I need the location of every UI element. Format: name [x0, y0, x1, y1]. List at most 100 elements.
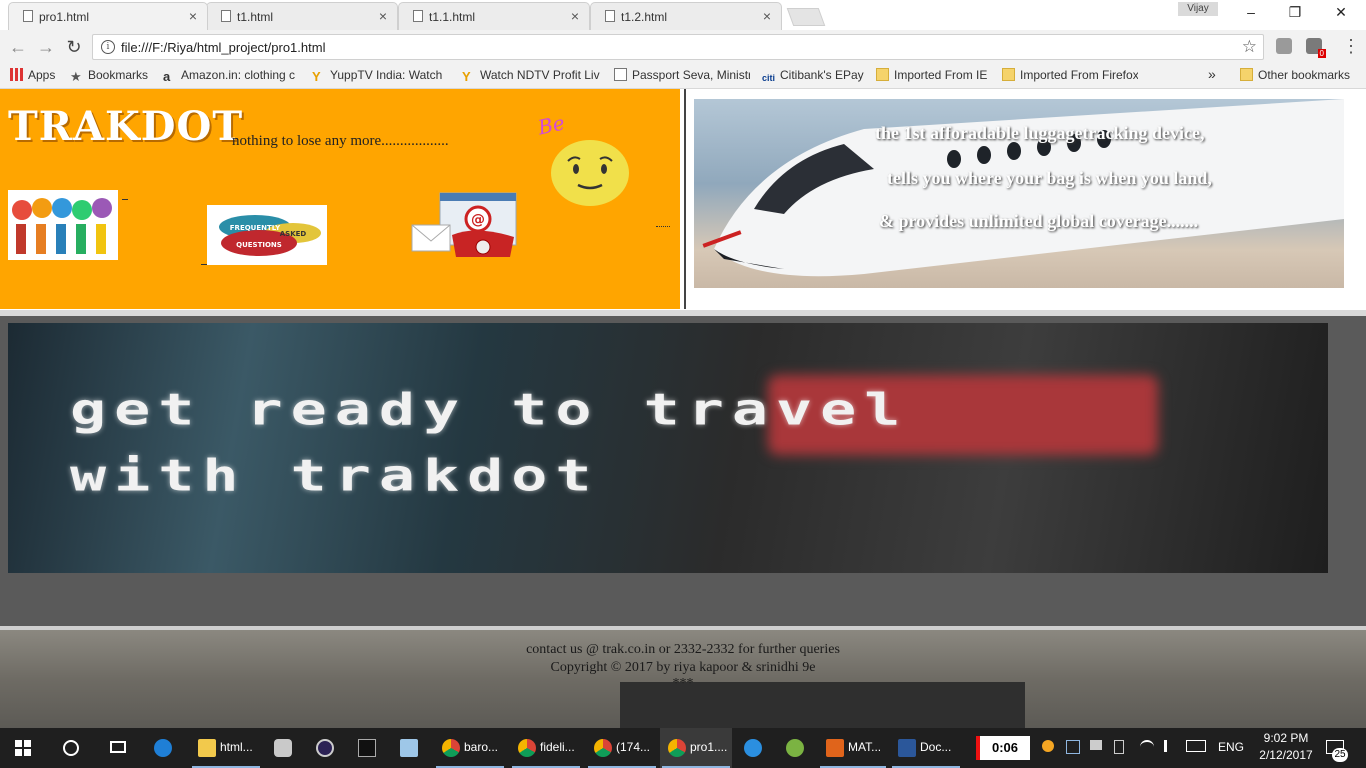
bookmark-apps[interactable]: Apps	[10, 68, 55, 82]
teamwork-gears-image[interactable]	[8, 190, 118, 260]
faq-bubbles-image: FREQUENTLY ASKED QUESTIONS	[219, 215, 321, 256]
extension-icon[interactable]	[1276, 38, 1292, 54]
url-text[interactable]: file:///F:/Riya/html_project/pro1.html	[121, 40, 325, 55]
taskbar-chrome-fideli[interactable]: fideli...	[510, 728, 582, 768]
close-icon[interactable]: ×	[379, 8, 387, 24]
menu-icon[interactable]: ⋮	[1342, 36, 1360, 57]
bookmarks-overflow[interactable]: »	[1208, 66, 1216, 82]
bookmark-yupptv[interactable]: Y YuppTV India: Watch	[312, 68, 442, 83]
banner-section: get ready to travel with trakdot	[0, 316, 1366, 626]
folder-icon	[1002, 68, 1015, 81]
taskbar-android-studio[interactable]	[778, 728, 818, 768]
profile-button[interactable]: Vijay	[1178, 2, 1218, 16]
page-icon	[614, 68, 627, 81]
close-icon[interactable]: ×	[571, 8, 579, 24]
taskbar-app[interactable]	[266, 728, 306, 768]
wifi-icon[interactable]	[1140, 740, 1154, 754]
tagline: nothing to lose any more................…	[232, 133, 449, 149]
bookmark-citibank[interactable]: citi Citibank's EPay	[762, 68, 864, 85]
taskbar-label: fideli...	[540, 740, 575, 754]
keyboard-icon[interactable]	[1186, 740, 1206, 752]
recording-timer[interactable]: 0:06	[976, 736, 1030, 760]
tab-t1-1[interactable]: t1.1.html ×	[398, 2, 590, 30]
bookmark-folder-firefox[interactable]: Imported From Firefox	[1002, 68, 1138, 82]
tab-t1-2[interactable]: t1.2.html ×	[590, 2, 782, 30]
link-underline	[201, 264, 207, 265]
document-icon	[605, 10, 615, 22]
clock-date: 2/12/2017	[1259, 748, 1313, 762]
taskbar-label: baro...	[464, 740, 499, 754]
taskbar-ie[interactable]	[736, 728, 776, 768]
bookmark-label: Passport Seva, Ministr	[632, 68, 750, 82]
bookmark-label: Apps	[28, 68, 56, 82]
taskbar-chrome-pro1[interactable]: pro1....	[660, 728, 732, 768]
volume-icon[interactable]	[1164, 740, 1179, 752]
new-tab-button[interactable]	[786, 8, 826, 26]
extension-badge-icon[interactable]: 0	[1306, 38, 1326, 58]
tab-t1[interactable]: t1.html ×	[206, 2, 398, 30]
chrome-icon	[518, 739, 536, 757]
notes-icon	[400, 739, 418, 757]
taskbar-eclipse[interactable]	[308, 728, 348, 768]
taskbar-label: html...	[220, 740, 253, 754]
taskbar-explorer[interactable]: html...	[190, 728, 262, 768]
minimize-button[interactable]: –	[1236, 4, 1266, 20]
matlab-icon	[826, 739, 844, 757]
close-icon[interactable]: ×	[189, 8, 197, 24]
taskbar-edge[interactable]	[146, 728, 188, 768]
taskbar-chrome-174[interactable]: (174...	[586, 728, 658, 768]
close-window-button[interactable]: ✕	[1326, 4, 1356, 21]
android-icon	[786, 739, 804, 757]
taskbar-chrome-baro[interactable]: baro...	[434, 728, 506, 768]
forward-button[interactable]: →	[36, 37, 56, 58]
battery-icon[interactable]	[1114, 740, 1124, 754]
tab-pro1[interactable]: pro1.html ×	[8, 2, 208, 30]
taskbar-notes[interactable]	[392, 728, 432, 768]
language-indicator[interactable]: ENG	[1218, 740, 1244, 754]
bookmark-star-icon[interactable]: ☆	[1242, 37, 1257, 57]
reload-button[interactable]: ↻	[64, 37, 84, 58]
amazon-icon: a	[163, 69, 171, 83]
tray-network-share-icon[interactable]	[1066, 740, 1080, 754]
chrome-icon	[594, 739, 612, 757]
other-bookmarks[interactable]: Other bookmarks	[1240, 68, 1350, 82]
contact-mail-image[interactable]: @	[410, 189, 520, 261]
taskbar-label: (174...	[616, 740, 651, 754]
back-button[interactable]: ←	[8, 37, 28, 58]
address-bar[interactable]: i file:///F:/Riya/html_project/pro1.html…	[92, 34, 1264, 60]
search-button[interactable]	[48, 728, 94, 768]
be-label: Be	[535, 110, 567, 140]
page-content: TRAKDOT nothing to lose any more........…	[0, 89, 1366, 732]
citi-icon: citi	[762, 73, 776, 83]
link-underline	[656, 225, 670, 227]
start-button[interactable]	[0, 728, 46, 768]
brand-title: TRAKDOT	[8, 103, 244, 150]
bookmark-amazon[interactable]: a Amazon.in: clothing c	[163, 68, 295, 83]
apps-grid-icon	[10, 68, 23, 81]
document-icon	[23, 10, 33, 22]
taskbar-word[interactable]: Doc...	[890, 728, 962, 768]
taskbar-label: pro1....	[690, 740, 728, 754]
bookmark-passport[interactable]: Passport Seva, Ministr	[614, 68, 750, 82]
bookmark-ndtv[interactable]: Y Watch NDTV Profit Liv	[462, 68, 600, 83]
taskbar-label: MAT...	[848, 740, 882, 754]
word-icon	[898, 739, 916, 757]
bookmark-folder-ie[interactable]: Imported From IE	[876, 68, 987, 82]
chrome-icon	[442, 739, 460, 757]
task-view-button[interactable]	[96, 728, 142, 768]
cmd-icon	[358, 739, 376, 757]
taskbar-matlab[interactable]: MAT...	[818, 728, 888, 768]
system-clock[interactable]: 9:02 PM 2/12/2017	[1252, 730, 1320, 764]
info-icon[interactable]: i	[101, 40, 115, 54]
close-icon[interactable]: ×	[763, 8, 771, 24]
taskbar-cmd[interactable]	[350, 728, 390, 768]
bookmark-bookmarks[interactable]: ★ Bookmarks	[70, 68, 148, 83]
bookmark-label: YuppTV India: Watch	[330, 68, 443, 82]
tray-app-icon[interactable]	[1042, 740, 1054, 752]
maximize-button[interactable]: ❐	[1280, 4, 1310, 21]
tray-device-icon[interactable]	[1090, 740, 1102, 750]
folder-icon	[876, 68, 889, 81]
faq-image-link[interactable]: FREQUENTLY ASKED QUESTIONS	[207, 205, 327, 265]
bookmarks-bar: Apps ★ Bookmarks a Amazon.in: clothing c Y…	[0, 64, 1366, 89]
search-circle-icon	[63, 740, 79, 756]
